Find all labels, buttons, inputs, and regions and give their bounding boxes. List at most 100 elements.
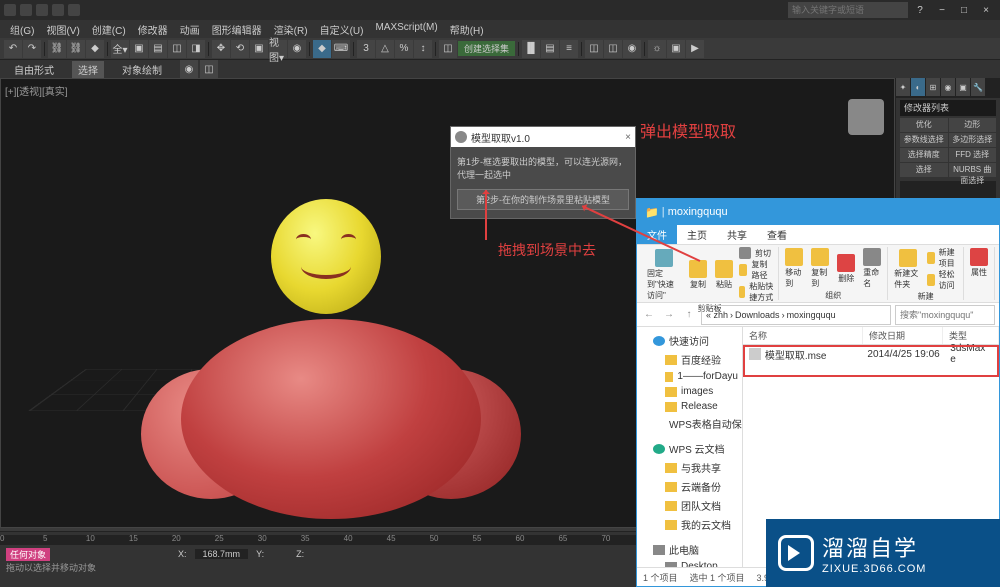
minimize-button[interactable]: − xyxy=(932,3,952,17)
panel-btn[interactable]: 参数线选择 xyxy=(900,133,948,147)
tool-redo[interactable]: ↷ xyxy=(23,40,41,58)
titlebar-btn[interactable] xyxy=(68,4,80,16)
panel-modify-tab[interactable]: ◐ xyxy=(911,78,925,96)
nav-forward[interactable]: → xyxy=(661,307,677,323)
panel-btn[interactable]: 选择精度 xyxy=(900,148,948,162)
rib-easy-access[interactable]: 轻松访问 xyxy=(927,269,959,291)
close-button[interactable]: × xyxy=(976,3,996,17)
panel-btn[interactable]: FFD 选择 xyxy=(949,148,997,162)
rib-delete[interactable]: 删除 xyxy=(835,253,857,285)
tool-link[interactable]: ⛓ xyxy=(48,40,66,58)
named-selection-dropdown[interactable]: 创建选择集 xyxy=(458,41,515,56)
tool-edit-named-sel[interactable]: ◫ xyxy=(439,40,457,58)
rib-newfolder[interactable]: 新建文件夹 xyxy=(892,248,923,291)
rib-copy[interactable]: 复制 xyxy=(687,259,709,291)
rib-properties[interactable]: 属性 xyxy=(968,247,990,279)
path-breadcrumb[interactable]: « zhh› Downloads› moxingququ xyxy=(701,305,891,325)
tool-render-frame[interactable]: ▣ xyxy=(667,40,685,58)
rib-cut[interactable]: 剪切 xyxy=(739,247,774,259)
titlebar-btn[interactable] xyxy=(52,4,64,16)
panel-hierarchy-tab[interactable]: ⊞ xyxy=(926,78,940,96)
maximize-button[interactable]: □ xyxy=(954,3,974,17)
panel-create-tab[interactable]: ✦ xyxy=(896,78,910,96)
menu-group[interactable]: 组(G) xyxy=(4,20,40,38)
mode-object-paint[interactable]: 对象绘制 xyxy=(116,61,168,78)
ribbon-tab-home[interactable]: 主页 xyxy=(677,225,717,244)
modifier-list[interactable]: 修改器列表 xyxy=(900,100,996,116)
help-search[interactable] xyxy=(788,2,908,18)
rib-rename[interactable]: 重命名 xyxy=(861,247,883,290)
tool-rotate[interactable]: ⟲ xyxy=(231,40,249,58)
ribbon-tab-view[interactable]: 查看 xyxy=(757,225,797,244)
tool-curve-editor[interactable]: ◫ xyxy=(585,40,603,58)
rib-newitem[interactable]: 新建项目 xyxy=(927,247,959,269)
tool-layers[interactable]: ≡ xyxy=(560,40,578,58)
tool-window-crossing[interactable]: ◨ xyxy=(187,40,205,58)
tool-select-name[interactable]: ▤ xyxy=(149,40,167,58)
tool-select[interactable]: ▣ xyxy=(130,40,148,58)
menu-animation[interactable]: 动画 xyxy=(174,20,206,38)
mode-icon[interactable]: ◫ xyxy=(200,60,218,78)
panel-btn[interactable]: NURBS 曲面选择 xyxy=(949,163,997,177)
tool-unlink[interactable]: ⛓ xyxy=(67,40,85,58)
tree-item[interactable]: Release xyxy=(639,399,740,414)
tool-snap[interactable]: 3 xyxy=(357,40,375,58)
tool-render-setup[interactable]: ☼ xyxy=(648,40,666,58)
tool-select-region[interactable]: ◫ xyxy=(168,40,186,58)
panel-motion-tab[interactable]: ◉ xyxy=(941,78,955,96)
panel-btn[interactable]: 优化 xyxy=(900,118,948,132)
titlebar-btn[interactable] xyxy=(36,4,48,16)
tool-align[interactable]: ▤ xyxy=(541,40,559,58)
rib-paste-shortcut[interactable]: 粘贴快捷方式 xyxy=(739,281,774,303)
menu-customize[interactable]: 自定义(U) xyxy=(314,20,370,38)
tool-spinner-snap[interactable]: ↕ xyxy=(414,40,432,58)
model-object[interactable] xyxy=(141,259,521,539)
rib-moveto[interactable]: 移动到 xyxy=(783,247,805,290)
tool-manipulate[interactable]: ◆ xyxy=(313,40,331,58)
menu-view[interactable]: 视图(V) xyxy=(40,20,85,38)
menu-modifiers[interactable]: 修改器 xyxy=(132,20,174,38)
navigation-pane[interactable]: 快速访问 百度经验 1——forDayu images Release WPS表… xyxy=(637,327,743,567)
tool-move[interactable]: ✥ xyxy=(212,40,230,58)
panel-btn[interactable]: 边形 xyxy=(949,118,997,132)
rib-pin[interactable]: 固定到"快速访问" xyxy=(645,248,683,302)
mode-select[interactable]: 选择 xyxy=(72,61,104,78)
tree-item[interactable]: 1——forDayu xyxy=(639,369,740,384)
tool-pivot[interactable]: ◉ xyxy=(288,40,306,58)
nav-up[interactable]: ↑ xyxy=(681,307,697,323)
tool-schematic[interactable]: ◫ xyxy=(604,40,622,58)
rib-paste[interactable]: 粘贴 xyxy=(713,259,735,291)
panel-btn[interactable]: 多边形选择 xyxy=(949,133,997,147)
tree-item[interactable]: 与我共享 xyxy=(639,458,740,477)
tree-item[interactable]: 团队文档 xyxy=(639,496,740,515)
coord-x[interactable]: 168.7mm xyxy=(195,549,249,559)
mode-freeform[interactable]: 自由形式 xyxy=(8,61,60,78)
dialog-titlebar[interactable]: 模型取取v1.0 × xyxy=(451,127,635,147)
explorer-titlebar[interactable]: 📁 | moxingququ xyxy=(637,199,999,225)
tool-scale[interactable]: ▣ xyxy=(250,40,268,58)
tree-item[interactable]: WPS表格自动保存 xyxy=(639,414,740,433)
tool-select-filter[interactable]: 全▾ xyxy=(111,40,129,58)
tree-this-pc[interactable]: 此电脑 xyxy=(639,540,740,559)
viewport-label[interactable]: [+][透视][真实] xyxy=(5,83,68,98)
tool-mirror[interactable]: ▐▌ xyxy=(522,40,540,58)
panel-btn[interactable]: 选择 xyxy=(900,163,948,177)
tool-angle-snap[interactable]: △ xyxy=(376,40,394,58)
panel-display-tab[interactable]: ▣ xyxy=(956,78,970,96)
tool-material[interactable]: ◉ xyxy=(623,40,641,58)
help-icon[interactable]: ? xyxy=(910,3,930,17)
tree-item[interactable]: images xyxy=(639,384,740,399)
tree-wps-cloud[interactable]: WPS 云文档 xyxy=(639,439,740,458)
explorer-search[interactable] xyxy=(895,305,995,325)
menu-graph-editors[interactable]: 图形编辑器 xyxy=(206,20,268,38)
menu-maxscript[interactable]: MAXScript(M) xyxy=(369,20,443,38)
nav-back[interactable]: ← xyxy=(641,307,657,323)
tool-bind[interactable]: ◆ xyxy=(86,40,104,58)
tree-item[interactable]: Desktop xyxy=(639,559,740,567)
col-name[interactable]: 名称 xyxy=(743,327,863,344)
rib-copyto[interactable]: 复制到 xyxy=(809,247,831,290)
tool-keyboard-shortcut[interactable]: ⌨ xyxy=(332,40,350,58)
tool-ref-coord[interactable]: 视图▾ xyxy=(269,40,287,58)
col-type[interactable]: 类型 xyxy=(943,327,999,344)
ribbon-tab-share[interactable]: 共享 xyxy=(717,225,757,244)
